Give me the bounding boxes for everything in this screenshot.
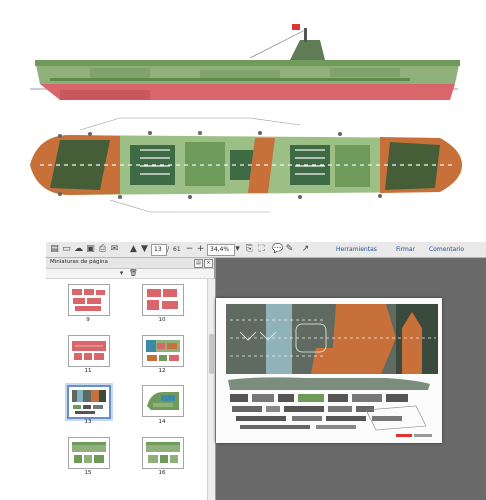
thumbnail-page-13[interactable] — [67, 385, 111, 419]
panel-options-icon[interactable]: ▤ — [194, 259, 203, 268]
thumbnail-preview — [146, 340, 180, 361]
thumbnail-label: 15 — [84, 470, 92, 476]
previous-page-icon[interactable]: ▲ — [128, 244, 139, 255]
thumbnail-preview — [72, 289, 105, 311]
thumbnail-page-15[interactable] — [68, 437, 110, 469]
full-screen-icon[interactable]: ⛶ — [256, 244, 267, 255]
sign-pane-button[interactable]: Firmar — [396, 244, 415, 255]
page-total: 61 — [173, 246, 181, 253]
thumbnail-scrollbar[interactable] — [207, 279, 215, 500]
page-content-deck-template — [226, 304, 438, 437]
main-toolbar: ▤ ▭ ☁ ▣ ⎙ ✉ ▲ ▼ 13 / 61 − + 34,4% ▾ ⎘ ⛶ … — [46, 242, 486, 258]
comment-pane-button[interactable]: Comentario — [429, 244, 464, 255]
thumbnail-label: 16 — [158, 470, 166, 476]
thumbnail-page-11[interactable] — [68, 335, 110, 367]
next-page-icon[interactable]: ▼ — [139, 244, 150, 255]
thumbnail-label: 12 — [158, 368, 166, 374]
email-icon[interactable]: ✉ — [109, 244, 120, 255]
pdf-viewer-window: ▤ ▭ ☁ ▣ ⎙ ✉ ▲ ▼ 13 / 61 − + 34,4% ▾ ⎘ ⛶ … — [46, 242, 486, 500]
thumbnail-page-10[interactable] — [142, 284, 184, 316]
page-separator: / — [167, 246, 170, 253]
thumbnail-grid: 9 10 11 12 13 14 15 16 — [46, 279, 206, 500]
upload-cloud-icon[interactable]: ☁ — [73, 244, 84, 255]
thumbnail-label: 9 — [86, 317, 90, 323]
tools-pane-button[interactable]: Herramientas — [336, 244, 377, 255]
zoom-dropdown-icon[interactable]: ▾ — [232, 244, 243, 255]
panel-toolbar: ▾ 🗑 — [46, 269, 214, 279]
carrier-deck-plan — [30, 117, 462, 213]
thumbnail-page-16[interactable] — [142, 437, 184, 469]
thumbnail-preview — [72, 341, 106, 360]
panel-close-icon[interactable]: × — [204, 259, 213, 268]
delete-page-icon[interactable]: 🗑 — [128, 268, 139, 279]
page-number-input[interactable]: 13 — [151, 244, 167, 256]
zoom-out-icon[interactable]: − — [184, 244, 195, 255]
zoom-input[interactable]: 34,4% — [207, 244, 235, 256]
thumbnail-label: 10 — [158, 317, 166, 323]
thumbnail-label: 14 — [158, 419, 166, 425]
comment-bubble-icon[interactable]: 💬 — [272, 244, 283, 255]
page-thumbnails-panel: Miniaturas de página ▤ × ▾ 🗑 9 10 11 12 … — [46, 258, 216, 500]
thumbnail-page-9[interactable] — [68, 284, 110, 316]
scrollbar-thumb[interactable] — [209, 334, 214, 374]
thumbnail-page-14[interactable] — [142, 385, 184, 417]
carrier-illustration — [30, 24, 462, 213]
thumbnail-page-12[interactable] — [142, 335, 184, 367]
highlight-icon[interactable]: ✎ — [284, 244, 295, 255]
thumbnail-options-icon[interactable]: ▾ — [116, 268, 127, 279]
thumbnail-preview — [147, 289, 178, 310]
document-view[interactable] — [216, 258, 486, 500]
thumbnail-preview — [72, 390, 106, 414]
print-icon[interactable]: ⎙ — [97, 244, 108, 255]
save-icon[interactable]: ▣ — [85, 244, 96, 255]
thumbnail-label: 11 — [84, 368, 92, 374]
thumbnail-preview — [72, 442, 106, 463]
expand-icon[interactable]: ↗ — [300, 244, 311, 255]
document-page — [216, 298, 442, 443]
thumbnail-preview — [147, 392, 179, 410]
zoom-in-icon[interactable]: + — [195, 244, 206, 255]
thumbnail-label: 13 — [84, 419, 92, 425]
panel-title: Miniaturas de página — [50, 259, 108, 265]
open-folder-icon[interactable]: ▭ — [61, 244, 72, 255]
thumbnail-preview — [146, 442, 180, 463]
carrier-side-profile — [30, 24, 460, 100]
create-pdf-icon[interactable]: ▤ — [49, 244, 60, 255]
fit-page-icon[interactable]: ⎘ — [244, 244, 255, 255]
